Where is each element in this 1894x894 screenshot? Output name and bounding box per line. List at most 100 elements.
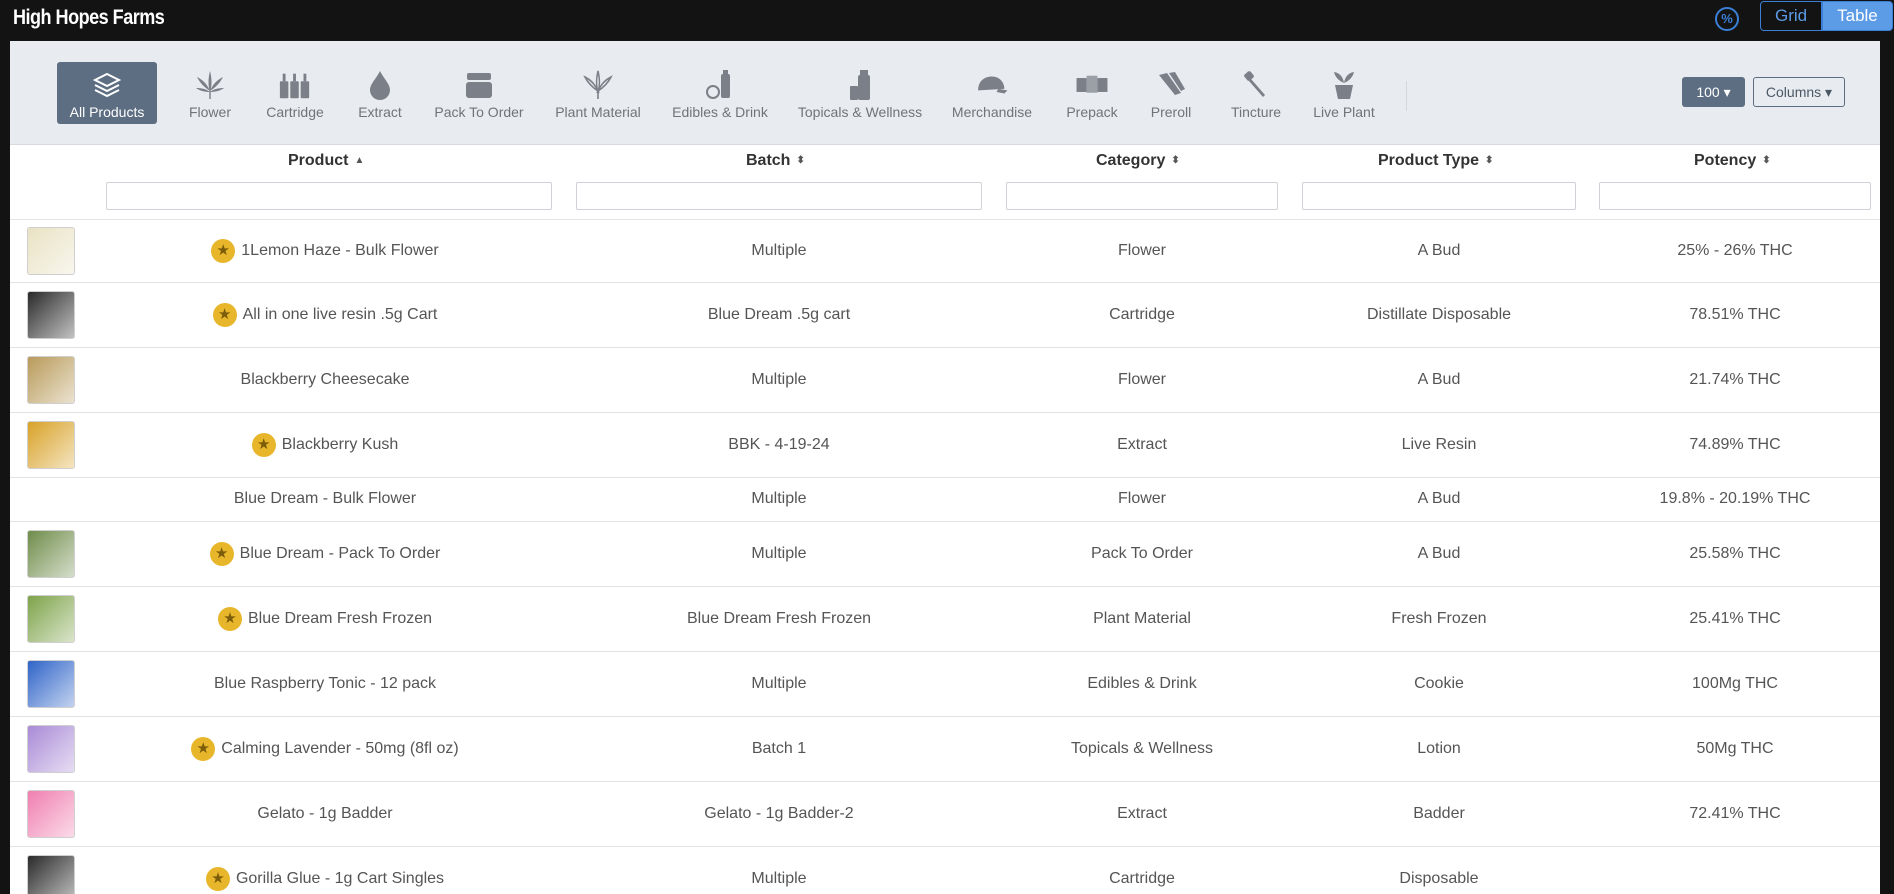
category-all-products[interactable]: All Products: [57, 62, 157, 124]
category-text: Extract: [1117, 804, 1167, 822]
packs-icon: [1075, 68, 1109, 102]
product-filter-input[interactable]: [106, 182, 552, 210]
batch-text: Multiple: [751, 674, 807, 692]
category-label: Plant Material: [555, 104, 641, 120]
category-preroll[interactable]: Preroll: [1145, 62, 1197, 124]
table-row[interactable]: Blue Dream - Bulk Flower Multiple Flower A …: [10, 477, 1880, 522]
table-row[interactable]: ★ Blue Dream Fresh Frozen Blue Dream Fresh…: [10, 586, 1880, 652]
product-thumbnail[interactable]: [27, 595, 75, 643]
product-cell[interactable]: ★ Gorilla Glue - 1g Cart Singles: [90, 846, 560, 894]
table-row[interactable]: Blackberry Cheesecake Multiple Flower A Bud…: [10, 347, 1880, 413]
product-cell[interactable]: ★ Blue Dream - Pack To Order: [90, 521, 560, 586]
page-size-dropdown[interactable]: 100 ▾: [1682, 77, 1745, 107]
category-label: Tincture: [1230, 104, 1282, 120]
batch-text: BBK - 4-19-24: [728, 435, 830, 453]
featured-star-icon: ★: [191, 736, 216, 761]
product-type-filter-input[interactable]: [1302, 182, 1576, 210]
column-header-product-type[interactable]: Product Type ⬍: [1378, 152, 1493, 170]
type-text: Disposable: [1399, 869, 1479, 887]
type-cell: Disposable: [1296, 846, 1582, 894]
plant-leaf-icon: [581, 68, 615, 102]
product-thumbnail[interactable]: [27, 356, 75, 404]
category-label: Cartridge: [266, 104, 324, 120]
featured-star-icon: ★: [205, 866, 230, 891]
product-text: Blue Dream - Bulk Flower: [233, 490, 417, 507]
table-row[interactable]: ★ Gorilla Glue - 1g Cart Singles Multiple C…: [10, 846, 1880, 894]
category-edibles-drink[interactable]: Edibles & Drink: [667, 62, 773, 124]
category-label: Flower: [188, 104, 231, 120]
grid-view-button[interactable]: Grid: [1760, 1, 1823, 31]
type-cell: Fresh Frozen: [1296, 586, 1582, 651]
category-filter-input[interactable]: [1006, 182, 1278, 210]
category-plant-material[interactable]: Plant Material: [545, 62, 651, 124]
column-header-category[interactable]: Category ⬍: [1096, 152, 1180, 170]
layers-icon: [90, 68, 124, 102]
product-cell[interactable]: ★ 1Lemon Haze - Bulk Flower: [90, 220, 560, 282]
sort-icon: ⬍: [1762, 155, 1771, 167]
sort-icon: ⬍: [796, 155, 805, 167]
type-text: Fresh Frozen: [1391, 609, 1487, 627]
table-view-button[interactable]: Table: [1822, 1, 1893, 31]
category-flower[interactable]: Flower: [178, 62, 242, 124]
batch-cell: Batch 1: [570, 716, 988, 781]
product-cell[interactable]: ★ Blackberry Kush: [90, 412, 560, 477]
column-header-product[interactable]: Product ▲: [288, 152, 364, 170]
product-cell[interactable]: Blackberry Cheesecake: [90, 347, 560, 412]
divider: [1406, 81, 1407, 111]
main-panel: All Products Flower Cartridge Extract Pa…: [10, 41, 1880, 894]
product-thumbnail[interactable]: [27, 725, 75, 773]
batch-filter-input[interactable]: [576, 182, 982, 210]
category-text: Flower: [1117, 370, 1166, 388]
product-thumbnail[interactable]: [27, 291, 75, 339]
batch-text: Multiple: [751, 242, 807, 259]
column-header-potency[interactable]: Potency ⬍: [1694, 152, 1771, 170]
table-row[interactable]: ★ Blackberry Kush BBK - 4-19-24 Extract Live…: [10, 412, 1880, 478]
category-cartridge[interactable]: Cartridge: [260, 62, 330, 124]
product-cell[interactable]: ★ All in one live resin .5g Cart: [90, 282, 560, 347]
category-label: Live Plant: [1313, 104, 1375, 120]
category-tincture[interactable]: Tincture: [1225, 62, 1287, 124]
table-row[interactable]: ★ Calming Lavender - 50mg (8fl oz) Batch 1…: [10, 716, 1880, 782]
percent-icon[interactable]: %: [1715, 7, 1739, 31]
product-thumbnail[interactable]: [27, 660, 75, 708]
product-thumbnail[interactable]: [27, 421, 75, 469]
category-text: Cartridge: [1109, 305, 1175, 323]
category-topicals-wellness[interactable]: Topicals & Wellness: [795, 62, 925, 124]
potency-cell: 25% - 26% THC: [1592, 220, 1878, 282]
product-thumbnail[interactable]: [27, 530, 75, 578]
product-cell[interactable]: Blue Dream - Bulk Flower: [90, 477, 560, 521]
columns-dropdown[interactable]: Columns ▾: [1753, 77, 1845, 107]
category-merchandise[interactable]: Merchandise: [944, 62, 1040, 124]
category-extract[interactable]: Extract: [352, 62, 408, 124]
category-label: Prepack: [1066, 104, 1118, 120]
product-cell[interactable]: ★ Blue Dream Fresh Frozen: [90, 586, 560, 651]
category-pack-to-order[interactable]: Pack To Order: [425, 62, 533, 124]
category-text: Plant Material: [1093, 609, 1191, 627]
columns-label: Columns: [1765, 84, 1822, 100]
category-prepack[interactable]: Prepack: [1062, 62, 1122, 124]
lotion-icon: [843, 68, 877, 102]
table-row[interactable]: ★ 1Lemon Haze - Bulk Flower Multiple Flower…: [10, 220, 1880, 283]
table-row[interactable]: Gelato - 1g Badder Gelato - 1g Badder-2 Ex…: [10, 781, 1880, 847]
potency-text: 25.41% THC: [1689, 609, 1781, 627]
type-text: A Bud: [1417, 242, 1461, 259]
potency-filter-input[interactable]: [1599, 182, 1871, 210]
product-cell[interactable]: Blue Raspberry Tonic - 12 pack: [90, 651, 560, 716]
product-thumbnail[interactable]: [27, 227, 75, 275]
potency-cell: 74.89% THC: [1592, 412, 1878, 477]
table-row[interactable]: Blue Raspberry Tonic - 12 pack Multiple Ed…: [10, 651, 1880, 717]
product-cell[interactable]: Gelato - 1g Badder: [90, 781, 560, 846]
potency-text: 19.8% - 20.19% THC: [1659, 490, 1811, 507]
category-live-plant[interactable]: Live Plant: [1310, 62, 1378, 124]
batch-cell: Blue Dream .5g cart: [570, 282, 988, 347]
column-header-batch[interactable]: Batch ⬍: [746, 152, 805, 170]
table-row[interactable]: ★ Blue Dream - Pack To Order Multiple Pack …: [10, 521, 1880, 587]
product-cell[interactable]: ★ Calming Lavender - 50mg (8fl oz): [90, 716, 560, 781]
category-label: Extract: [358, 104, 402, 120]
header-label: Product: [288, 152, 349, 169]
product-thumbnail[interactable]: [27, 855, 75, 894]
product-thumbnail[interactable]: [27, 790, 75, 838]
type-cell: A Bud: [1296, 220, 1582, 282]
header-label: Category: [1096, 152, 1166, 169]
table-row[interactable]: ★ All in one live resin .5g Cart Blue Drea…: [10, 282, 1880, 348]
